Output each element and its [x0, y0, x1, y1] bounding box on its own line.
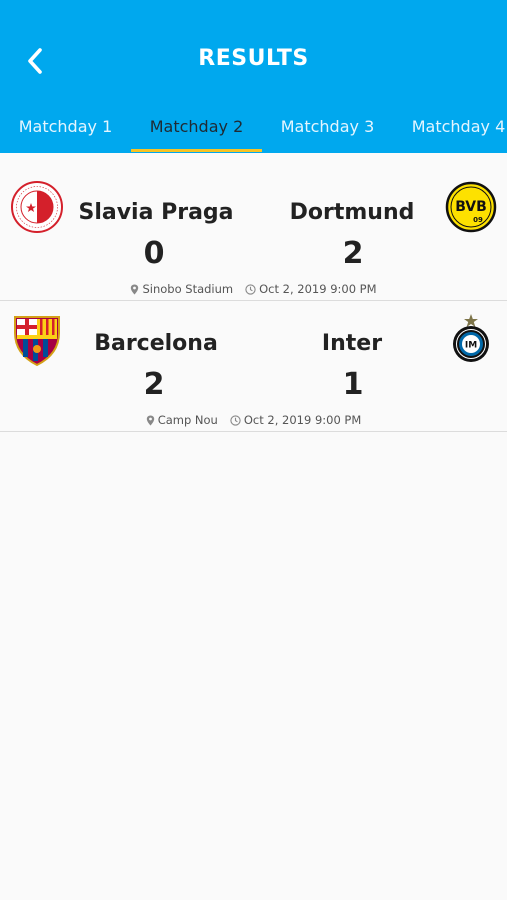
bvb-crest: BVB 09 [444, 180, 498, 234]
away-score: 2 [342, 236, 364, 271]
home-team-name: Barcelona [94, 331, 218, 356]
match-card[interactable]: Slavia Praga 0 Dortmund 2 BVB 09 Sinobo … [0, 170, 507, 301]
away-score: 1 [342, 367, 364, 402]
home-score: 0 [143, 236, 165, 271]
clock-icon [245, 283, 256, 295]
venue-label: Sinobo Stadium [142, 282, 234, 296]
away-team-name: Dortmund [289, 200, 415, 225]
datetime-label: Oct 2, 2019 9:00 PM [259, 282, 377, 296]
venue: Camp Nou [146, 413, 218, 427]
clock-icon [230, 414, 241, 426]
home-score: 2 [143, 367, 165, 402]
svg-text:IM: IM [465, 341, 477, 351]
page-title: RESULTS [198, 46, 309, 71]
match-meta: Sinobo Stadium Oct 2, 2019 9:00 PM [0, 281, 507, 297]
location-pin-icon [146, 415, 154, 425]
venue: Sinobo Stadium [130, 282, 233, 296]
header-bar: RESULTS Matchday 1 Matchday 2 Matchday 3… [0, 0, 507, 153]
kickoff-time: Oct 2, 2019 9:00 PM [245, 282, 377, 296]
tab-matchday-2[interactable]: Matchday 2 [131, 100, 262, 153]
match-card[interactable]: Barcelona 2 Inter 1 IM Camp Nou Oct 2, 2 [0, 301, 507, 432]
inter-crest: IM [444, 311, 498, 365]
match-meta: Camp Nou Oct 2, 2019 9:00 PM [0, 412, 507, 428]
tab-matchday-4[interactable]: Matchday 4 [393, 100, 507, 153]
svg-text:BVB: BVB [455, 199, 487, 215]
matchday-tabs: Matchday 1 Matchday 2 Matchday 3 Matchda… [0, 100, 507, 153]
slavia-praha-crest [10, 180, 64, 234]
kickoff-time: Oct 2, 2019 9:00 PM [230, 413, 361, 427]
home-team-name: Slavia Praga [78, 200, 234, 225]
active-tab-indicator [131, 149, 262, 152]
tab-matchday-1[interactable]: Matchday 1 [0, 100, 131, 153]
away-team-name: Inter [321, 331, 383, 356]
svg-text:09: 09 [473, 216, 483, 224]
datetime-label: Oct 2, 2019 9:00 PM [243, 413, 362, 427]
venue-label: Camp Nou [157, 413, 218, 427]
tab-matchday-3[interactable]: Matchday 3 [262, 100, 393, 153]
fc-barcelona-crest [10, 313, 64, 367]
location-pin-icon [131, 284, 139, 294]
